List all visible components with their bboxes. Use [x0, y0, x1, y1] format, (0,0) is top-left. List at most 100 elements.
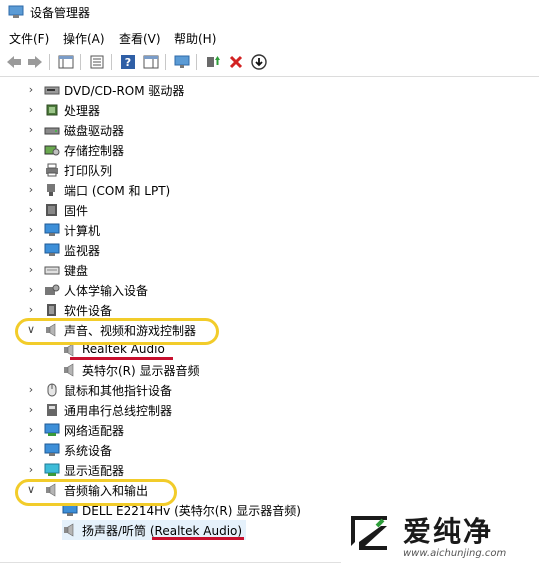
tree-item-label: 鼠标和其他指针设备 [64, 384, 173, 398]
scan-hardware-button[interactable] [173, 53, 191, 71]
tree-item-label: 键盘 [64, 264, 89, 278]
show-hide-console-button[interactable] [57, 53, 75, 71]
tree-category[interactable]: › 端口 (COM 和 LPT) [0, 180, 539, 200]
watermark-text: 爱纯净 [403, 515, 494, 548]
forward-button[interactable] [26, 53, 44, 71]
chevron-right-icon[interactable]: › [25, 443, 37, 457]
device-manager-icon [8, 5, 24, 18]
svg-text:?: ? [125, 56, 131, 69]
tree-category[interactable]: › 软件设备 [0, 300, 539, 320]
speaker-icon [64, 363, 74, 377]
tree-category[interactable]: › 网络适配器 [0, 420, 539, 440]
computer-icon [44, 223, 60, 236]
chevron-right-icon[interactable]: › [25, 83, 37, 97]
tree-item-label: 监视器 [64, 244, 101, 258]
download-button[interactable] [250, 53, 268, 71]
annotation-highlight-sound [15, 318, 219, 345]
network-adapter-icon [44, 423, 60, 436]
monitor-icon [44, 243, 60, 256]
tree-category[interactable]: › 监视器 [0, 240, 539, 260]
tree-category[interactable]: › 处理器 [0, 100, 539, 120]
tree-category[interactable]: › 计算机 [0, 220, 539, 240]
back-button[interactable] [5, 53, 23, 71]
tree-item-label: 打印队列 [64, 164, 113, 178]
watermark-url: www.aichunjing.com [403, 548, 507, 559]
storage-controller-icon [44, 145, 60, 156]
watermark: 爱纯净 www.aichunjing.com [341, 506, 539, 566]
chevron-right-icon[interactable]: › [25, 163, 37, 177]
tree-category[interactable]: › 存储控制器 [0, 140, 539, 160]
tree-item-label: 磁盘驱动器 [64, 124, 125, 138]
tree-category[interactable]: › 磁盘驱动器 [0, 120, 539, 140]
printer-icon [46, 163, 58, 177]
tree-category[interactable]: › 系统设备 [0, 440, 539, 460]
software-device-icon [47, 304, 56, 316]
tree-item-label: 软件设备 [64, 304, 113, 318]
speaker-icon [64, 343, 74, 357]
display-adapter-icon [44, 463, 60, 476]
tree-item-label: 系统设备 [64, 444, 113, 458]
close-icon [229, 55, 243, 69]
tree-item-label: 计算机 [64, 224, 101, 238]
properties-icon [90, 55, 104, 69]
tree-category[interactable]: › 人体学输入设备 [0, 280, 539, 300]
menu-action[interactable]: 操作(A) [63, 30, 105, 47]
tree-item-label: 网络适配器 [64, 424, 125, 438]
chevron-right-icon[interactable]: › [25, 403, 37, 417]
uninstall-device-button[interactable] [227, 53, 245, 71]
tree-item-label: 英特尔(R) 显示器音频 [82, 364, 200, 378]
keyboard-icon [44, 266, 60, 275]
tree-device[interactable]: 英特尔(R) 显示器音频 [0, 360, 539, 380]
chevron-right-icon[interactable]: › [25, 223, 37, 237]
update-driver-button[interactable] [204, 53, 222, 71]
chevron-right-icon[interactable]: › [25, 463, 37, 477]
tree-category[interactable]: › 通用串行总线控制器 [0, 400, 539, 420]
speaker-icon [64, 523, 74, 537]
menu-help[interactable]: 帮助(H) [174, 30, 216, 47]
disk-drive-icon [44, 127, 60, 135]
action-pane-icon [143, 55, 159, 69]
tree-item-label: 端口 (COM 和 LPT) [64, 184, 171, 198]
menu-file[interactable]: 文件(F) [9, 30, 49, 47]
update-driver-icon [207, 56, 220, 67]
tree-item-label: DVD/CD-ROM 驱动器 [64, 84, 185, 98]
tree-category[interactable]: › 固件 [0, 200, 539, 220]
tree-item-label: 显示适配器 [64, 464, 125, 478]
tree-category[interactable]: › 打印队列 [0, 160, 539, 180]
chevron-right-icon[interactable]: › [25, 283, 37, 297]
processor-icon [46, 104, 58, 116]
back-arrow-icon [7, 56, 21, 68]
chevron-right-icon[interactable]: › [25, 203, 37, 217]
tree-category[interactable]: › 显示适配器 [0, 460, 539, 480]
watermark-logo-icon [351, 516, 387, 550]
properties-button[interactable] [88, 53, 106, 71]
menu-view[interactable]: 查看(V) [119, 30, 161, 47]
forward-arrow-icon [28, 56, 42, 68]
tree-item-label: 处理器 [64, 104, 101, 118]
monitor-scan-icon [174, 55, 190, 68]
usb-icon [47, 404, 57, 416]
console-tree-icon [58, 55, 74, 69]
annotation-highlight-audio-io [15, 479, 177, 506]
hid-icon [45, 284, 60, 295]
chevron-right-icon[interactable]: › [25, 303, 37, 317]
chevron-right-icon[interactable]: › [25, 103, 37, 117]
chevron-right-icon[interactable]: › [25, 123, 37, 137]
action-pane-button[interactable] [142, 53, 160, 71]
chevron-right-icon[interactable]: › [25, 183, 37, 197]
system-device-icon [44, 443, 60, 456]
tree-category[interactable]: › 鼠标和其他指针设备 [0, 380, 539, 400]
window-title: 设备管理器 [30, 6, 91, 20]
chevron-right-icon[interactable]: › [25, 263, 37, 277]
tree-category[interactable]: › 键盘 [0, 260, 539, 280]
tree-category[interactable]: › DVD/CD-ROM 驱动器 [0, 80, 539, 100]
chevron-right-icon[interactable]: › [25, 383, 37, 397]
chevron-right-icon[interactable]: › [25, 243, 37, 257]
download-circle-icon [251, 54, 267, 70]
chevron-right-icon[interactable]: › [25, 143, 37, 157]
port-icon [47, 184, 55, 196]
menu-bar: 文件(F) 操作(A) 查看(V) 帮助(H) [0, 27, 539, 49]
chevron-right-icon[interactable]: › [25, 423, 37, 437]
firmware-icon [46, 204, 57, 216]
help-button[interactable]: ? [119, 53, 137, 71]
